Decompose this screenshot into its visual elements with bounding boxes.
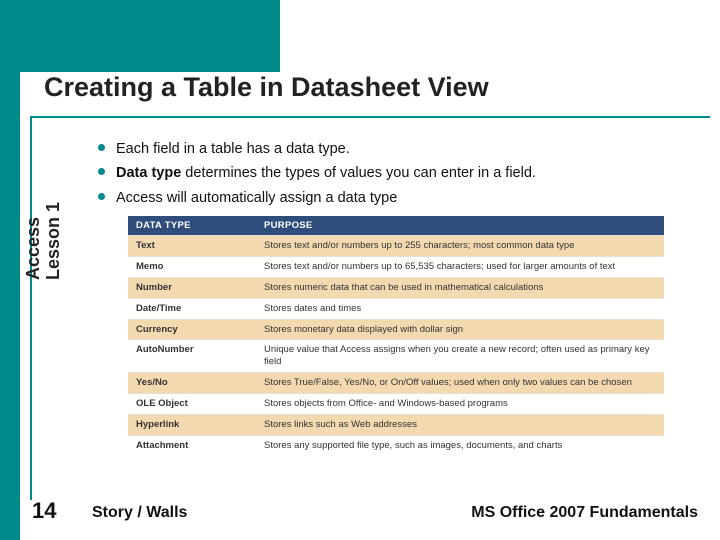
data-type-table: DATA TYPE PURPOSE TextStores text and/or… xyxy=(128,216,664,456)
cell-purpose: Stores text and/or numbers up to 65,535 … xyxy=(256,256,664,277)
footer-course: MS Office 2007 Fundamentals xyxy=(471,504,698,522)
accent-top-bar xyxy=(0,0,280,72)
table-row: Date/TimeStores dates and times xyxy=(128,298,664,319)
table-row: CurrencyStores monetary data displayed w… xyxy=(128,319,664,340)
cell-datatype: Date/Time xyxy=(128,298,256,319)
cell-datatype: Memo xyxy=(128,256,256,277)
bullet-text: determines the types of values you can e… xyxy=(181,165,536,181)
accent-left-bar xyxy=(0,0,20,540)
table-row: Yes/NoStores True/False, Yes/No, or On/O… xyxy=(128,373,664,394)
cell-purpose: Stores numeric data that can be used in … xyxy=(256,277,664,298)
bullet-item: Data type determines the types of values… xyxy=(98,162,698,184)
cell-purpose: Stores dates and times xyxy=(256,298,664,319)
bullet-text: Access will automatically assign a data … xyxy=(116,190,397,206)
cell-datatype: Text xyxy=(128,236,256,257)
col-header-purpose: PURPOSE xyxy=(256,216,664,236)
cell-purpose: Stores any supported file type, such as … xyxy=(256,435,664,455)
table-row: NumberStores numeric data that can be us… xyxy=(128,277,664,298)
cell-purpose: Stores text and/or numbers up to 255 cha… xyxy=(256,236,664,257)
cell-purpose: Stores links such as Web addresses xyxy=(256,414,664,435)
table-row: HyperlinkStores links such as Web addres… xyxy=(128,414,664,435)
cell-datatype: Attachment xyxy=(128,435,256,455)
sidebar-line1: Access xyxy=(23,217,43,280)
bullet-item: Each field in a table has a data type. xyxy=(98,138,698,160)
cell-purpose: Unique value that Access assigns when yo… xyxy=(256,340,664,373)
sidebar-label: Access Lesson 1 xyxy=(24,120,64,280)
table-row: AutoNumberUnique value that Access assig… xyxy=(128,340,664,373)
col-header-datatype: DATA TYPE xyxy=(128,216,256,236)
slide-number: 14 xyxy=(32,498,56,524)
cell-datatype: Currency xyxy=(128,319,256,340)
table-row: MemoStores text and/or numbers up to 65,… xyxy=(128,256,664,277)
sidebar-line2: Lesson 1 xyxy=(43,202,63,280)
cell-purpose: Stores True/False, Yes/No, or On/Off val… xyxy=(256,373,664,394)
accent-bracket-top xyxy=(30,116,710,140)
cell-purpose: Stores monetary data displayed with doll… xyxy=(256,319,664,340)
table-row: TextStores text and/or numbers up to 255… xyxy=(128,236,664,257)
cell-datatype: AutoNumber xyxy=(128,340,256,373)
bullet-text: Each field in a table has a data type. xyxy=(116,141,350,157)
bullet-bold: Data type xyxy=(116,165,181,181)
page-title: Creating a Table in Datasheet View xyxy=(44,72,704,103)
cell-datatype: OLE Object xyxy=(128,394,256,415)
table-row: AttachmentStores any supported file type… xyxy=(128,435,664,455)
footer-author: Story / Walls xyxy=(92,504,187,522)
slide: Creating a Table in Datasheet View Each … xyxy=(0,0,720,540)
cell-datatype: Yes/No xyxy=(128,373,256,394)
table-header-row: DATA TYPE PURPOSE xyxy=(128,216,664,236)
cell-datatype: Hyperlink xyxy=(128,414,256,435)
cell-datatype: Number xyxy=(128,277,256,298)
table-row: OLE ObjectStores objects from Office- an… xyxy=(128,394,664,415)
bullet-list: Each field in a table has a data type. D… xyxy=(98,138,698,211)
bullet-item: Access will automatically assign a data … xyxy=(98,187,698,209)
cell-purpose: Stores objects from Office- and Windows-… xyxy=(256,394,664,415)
